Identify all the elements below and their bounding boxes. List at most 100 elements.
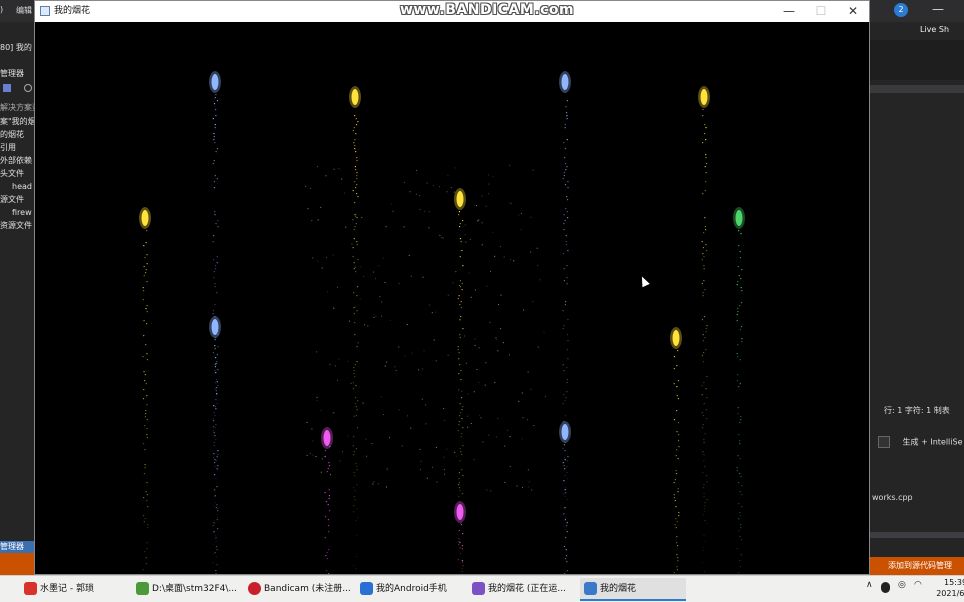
spark xyxy=(564,304,566,306)
system-clock[interactable]: 15:39 2021/6/ xyxy=(932,577,964,599)
solution-search[interactable]: 解决方案资源管理 xyxy=(0,102,34,113)
residue-particle xyxy=(311,428,313,430)
spark xyxy=(142,287,144,289)
tree-item[interactable]: 资源文件 xyxy=(0,220,34,231)
spark xyxy=(215,115,217,117)
spark xyxy=(214,142,216,144)
taskbar-item[interactable]: 我的Android手机 xyxy=(356,578,462,601)
residue-particle xyxy=(443,469,445,471)
spark xyxy=(356,175,358,177)
spark xyxy=(145,344,147,346)
ide-menu-edit[interactable]: 编辑 xyxy=(16,5,32,16)
spark xyxy=(740,554,742,556)
taskbar-item[interactable]: Bandicam (未注册... xyxy=(244,578,350,601)
toolbar-icon[interactable] xyxy=(3,84,11,92)
spark xyxy=(213,235,215,237)
spark xyxy=(214,127,216,129)
spark xyxy=(738,386,740,388)
spark xyxy=(737,308,739,310)
spark xyxy=(461,397,463,399)
ide-menu-item[interactable]: ) xyxy=(0,5,3,14)
spark xyxy=(212,163,214,165)
residue-particle xyxy=(486,489,488,491)
tray-chevron-icon[interactable]: ∧ xyxy=(866,580,873,590)
residue-particle xyxy=(458,482,460,484)
spark xyxy=(143,497,145,499)
spark xyxy=(212,420,215,422)
spark xyxy=(565,397,567,399)
spark xyxy=(144,449,146,451)
taskbar-item[interactable]: 我的烟花 (正在运... xyxy=(468,578,574,601)
window-titlebar[interactable]: 我的烟花 www.BANDICAM.com — ☐ ✕ xyxy=(35,1,869,22)
spark xyxy=(461,568,463,570)
tray-network-icon[interactable]: ◎ xyxy=(898,580,906,590)
residue-particle xyxy=(385,486,387,488)
close-button[interactable]: ✕ xyxy=(837,1,869,22)
residue-particle xyxy=(329,474,331,476)
spark xyxy=(741,341,743,343)
residue-particle xyxy=(362,402,364,404)
residue-particle xyxy=(351,243,353,245)
spark xyxy=(352,388,355,390)
residue-particle xyxy=(428,211,430,213)
spark xyxy=(564,157,566,159)
rocket-head xyxy=(323,430,331,446)
horizontal-scrollbar[interactable] xyxy=(870,532,964,538)
ide-tab[interactable]: 80] 我的 xyxy=(0,42,34,53)
residue-particle xyxy=(521,438,523,440)
residue-particle xyxy=(467,415,469,417)
minimize-icon[interactable]: — xyxy=(932,2,944,16)
tree-item[interactable]: firew xyxy=(0,207,34,218)
spark xyxy=(564,507,566,509)
tree-item[interactable]: 的烟花 xyxy=(0,129,34,140)
live-share-button[interactable]: Live Sh xyxy=(920,25,949,34)
spark xyxy=(214,348,216,350)
spark xyxy=(704,337,706,339)
add-to-source-control-button[interactable]: 添加到源代码管理 xyxy=(870,557,964,575)
spark xyxy=(146,404,148,406)
tree-item[interactable]: 源文件 xyxy=(0,194,34,205)
spark xyxy=(143,266,145,268)
solution-toolbar[interactable] xyxy=(0,84,34,95)
build-filter-icon[interactable] xyxy=(878,436,890,448)
tray-app-icon[interactable] xyxy=(881,582,890,593)
tray-wifi-icon[interactable]: ◠ xyxy=(914,580,922,590)
app-icon xyxy=(40,6,50,16)
maximize-button[interactable]: ☐ xyxy=(805,1,837,22)
spark xyxy=(356,469,358,471)
tree-item[interactable]: 头文件 xyxy=(0,168,34,179)
taskbar-item[interactable]: 水墨记 - 郭琐 xyxy=(20,578,126,601)
tree-item[interactable]: 案"我的烟 xyxy=(0,116,34,127)
spark xyxy=(566,561,568,563)
build-label[interactable]: 生成 + IntelliSe xyxy=(903,438,963,447)
residue-particle xyxy=(533,425,535,427)
taskbar-item-active[interactable]: 我的烟花 xyxy=(580,578,686,601)
residue-particle xyxy=(395,370,397,372)
spark xyxy=(326,558,329,560)
residue-particle xyxy=(373,481,375,483)
minimize-button[interactable]: — xyxy=(773,1,805,22)
spark xyxy=(353,313,355,315)
taskbar-item[interactable]: D:\桌面\stm32F4\... xyxy=(132,578,238,601)
spark xyxy=(458,424,460,426)
spark xyxy=(353,229,355,231)
tree-item[interactable]: 引用 xyxy=(0,142,34,153)
tree-item[interactable]: head xyxy=(0,181,34,192)
fireworks-canvas[interactable] xyxy=(35,22,869,574)
spark xyxy=(739,491,741,493)
residue-particle xyxy=(479,414,481,416)
tree-item[interactable]: 外部依赖 xyxy=(0,155,34,166)
residue-particle xyxy=(432,185,434,187)
ide-left-status[interactable]: 管理器 xyxy=(0,541,34,553)
spark xyxy=(327,468,329,470)
spark xyxy=(142,290,145,292)
spark xyxy=(354,187,357,189)
refresh-icon[interactable] xyxy=(23,84,32,92)
residue-particle xyxy=(378,265,380,267)
residue-particle xyxy=(490,270,492,272)
spark xyxy=(563,546,566,548)
notification-badge[interactable]: 2 xyxy=(894,3,908,17)
spark xyxy=(704,520,706,522)
spark xyxy=(702,253,704,255)
spark xyxy=(214,265,217,267)
